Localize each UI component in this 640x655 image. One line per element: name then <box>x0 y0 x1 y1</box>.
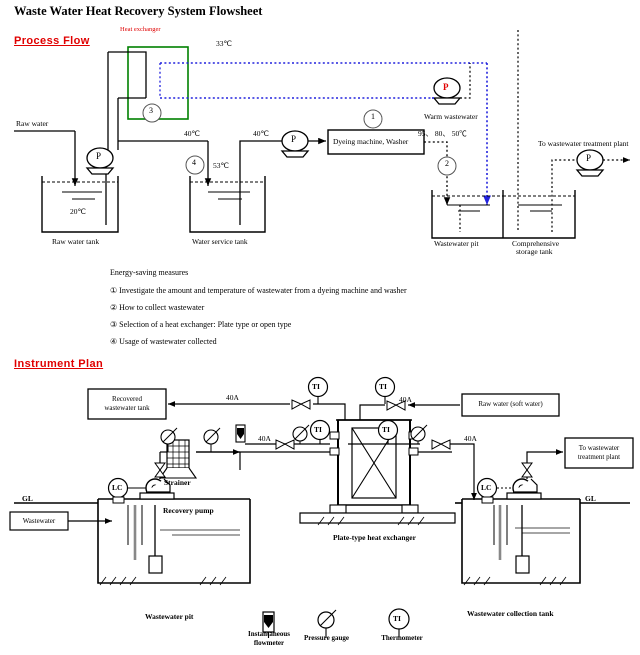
pressure-gauge-mid <box>292 424 310 444</box>
valve-right-outlet <box>431 439 451 450</box>
section-heading-process-flow: Process Flow <box>14 35 90 47</box>
strainer <box>158 439 198 479</box>
pressure-gauge-right <box>203 427 221 452</box>
temp-service-in: 40℃ <box>184 129 200 138</box>
legend-thermometer-label: Thermometer <box>381 634 423 642</box>
callout-label-1: 1 <box>371 112 375 121</box>
to-treatment-plant-label: To wastewater treatment plant <box>538 139 629 148</box>
temp-service-out: 40℃ <box>253 129 269 138</box>
measure-item-1: ① Investigate the amount and temperature… <box>110 286 407 295</box>
diagram-vector-layer <box>9 30 634 638</box>
collection-tank-pump <box>506 478 542 500</box>
instantaneous-flowmeter-main <box>235 424 246 443</box>
callout-label-2: 2 <box>445 159 449 168</box>
water-service-tank-label: Water service tank <box>192 237 248 246</box>
recovered-tank-label-l1: Recovered <box>112 395 142 403</box>
heat-exchanger-label: Heat exchanger <box>120 26 161 33</box>
page-title: Waste Water Heat Recovery System Flowshe… <box>14 4 263 18</box>
section-heading-instrument-plan: Instrument Plan <box>14 358 104 370</box>
collection-tank-caption: Wastewater collection tank <box>467 609 554 618</box>
water-service-tank <box>189 176 266 233</box>
lc-tag-left: LC <box>112 483 123 492</box>
temp-warm-wastewater: 95、 80、 50℃ <box>418 129 467 138</box>
pump-symbol-raw: P <box>96 151 102 161</box>
gl-label-right: GL <box>585 494 596 503</box>
callout-label-4: 4 <box>192 158 196 167</box>
pipe-size-label-2: 40A <box>258 434 271 443</box>
temp-hx-out: 33℃ <box>216 39 232 48</box>
measure-item-2: ② How to collect wastewater <box>110 303 205 312</box>
ti-tag-mid-right: TI <box>382 425 390 434</box>
measure-item-3: ③ Selection of a heat exchanger: Plate t… <box>110 320 292 329</box>
ti-tag-mid-left: TI <box>314 425 322 434</box>
measures-heading: Energy-saving measures <box>110 268 189 277</box>
pressure-gauge-right-hx <box>410 424 428 444</box>
legend-pressure-gauge-label: Pressure gauge <box>303 634 350 642</box>
lc-tag-right: LC <box>481 483 492 492</box>
legend-flowmeter-label-l2: flowmeter <box>253 639 285 647</box>
flowsheet-canvas: Waste Water Heat Recovery System Flowshe… <box>0 0 640 655</box>
raw-water-label: Raw water <box>16 119 49 128</box>
measure-item-4: ④ Usage of wastewater collected <box>110 337 217 346</box>
plate-hx-label: Plate-type heat exchanger <box>333 533 416 542</box>
wastewater-inlet-label: Wastewater <box>22 517 56 525</box>
to-treatment-label-l1: To wastewater <box>578 444 620 452</box>
wastewater-pit-label: Wastewater pit <box>434 239 479 248</box>
to-treatment-label-l2: treatment plant <box>577 453 621 461</box>
raw-water-tank-label: Raw water tank <box>52 237 100 246</box>
valve-collection-pump-discharge <box>521 462 533 478</box>
callout-label-3: 3 <box>149 106 153 115</box>
recovery-pump-label: Recovery pump <box>163 506 214 515</box>
recovered-tank-label-l2: wastewater tank <box>104 404 150 412</box>
ti-tag-top-left: TI <box>312 382 320 391</box>
legend-flowmeter-label-l1: Instantaneous <box>247 630 290 638</box>
wastewater-pit-caption: Wastewater pit <box>145 612 194 621</box>
plate-heat-exchanger <box>329 419 419 514</box>
pipe-size-label-4: 40A <box>464 434 477 443</box>
warm-wastewater-label: Warm wastewater <box>424 112 478 121</box>
valve-mid-left <box>275 439 295 450</box>
pipe-size-label-3: 40A <box>399 395 412 404</box>
pipe-size-label-1: 40A <box>226 393 239 402</box>
temp-service-tank: 53℃ <box>213 161 229 170</box>
raw-water-soft-label: Raw water (soft water) <box>478 400 543 408</box>
pump-symbol-recovery: P <box>443 82 449 92</box>
storage-tank-label-l2: storage tank <box>516 247 553 256</box>
valve-top-return <box>291 399 311 410</box>
gl-label-left: GL <box>22 494 33 503</box>
strainer-label: Strainer <box>164 478 191 487</box>
pump-symbol-service: P <box>291 134 297 144</box>
legend-ti-tag: TI <box>393 614 401 623</box>
pump-symbol-discharge: P <box>586 153 592 163</box>
temp-raw-tank: 20℃ <box>70 207 86 216</box>
dyeing-machine-label: Dyeing machine, Washer <box>333 137 409 146</box>
ti-tag-top-right: TI <box>379 382 387 391</box>
valve-recovery-pump-discharge <box>154 462 166 478</box>
